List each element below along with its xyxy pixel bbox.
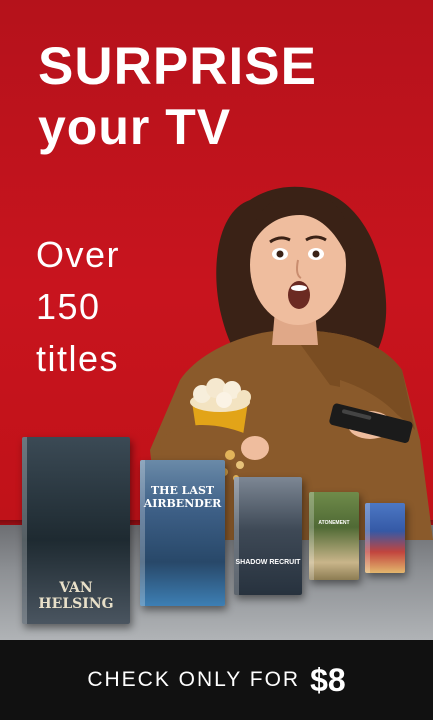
dvd-cover-van-helsing[interactable]: VAN HELSING <box>22 437 130 624</box>
ad-banner[interactable]: SURPRISE your TV Over 150 titles VAN HEL… <box>0 0 433 720</box>
dvd-title: ATONEMENT <box>318 520 350 526</box>
dvd-spine <box>234 477 239 595</box>
dvd-title: THE LAST AIRBENDER <box>143 484 222 510</box>
cta-price: $8 <box>310 661 346 698</box>
cta-text: CHECK ONLY FOR <box>87 668 301 691</box>
headline: SURPRISE your TV <box>38 38 317 158</box>
headline-line-1: SURPRISE <box>38 37 317 96</box>
dvd-title: SHADOW RECRUIT <box>235 559 301 566</box>
dvd-spine <box>140 460 145 606</box>
dvd-cover-shadow-recruit[interactable]: SHADOW RECRUIT <box>234 477 302 595</box>
dvd-title: VAN HELSING <box>38 580 114 612</box>
headline-line-2: your TV <box>38 99 232 155</box>
dvd-cover-atonement[interactable]: ATONEMENT <box>309 492 359 580</box>
cta-bar[interactable]: CHECK ONLY FOR $8 <box>0 640 433 720</box>
dvd-spine <box>365 503 370 573</box>
dvd-cover-fifth-title[interactable] <box>365 503 405 573</box>
subheadline: Over 150 titles <box>36 229 120 385</box>
subheadline-line-1: Over <box>36 234 121 275</box>
dvd-spine <box>309 492 314 580</box>
subheadline-line-3: titles <box>36 338 120 379</box>
subheadline-line-2: 150 <box>36 286 101 327</box>
dvd-cover-the-last-airbender[interactable]: THE LAST AIRBENDER <box>140 460 225 606</box>
